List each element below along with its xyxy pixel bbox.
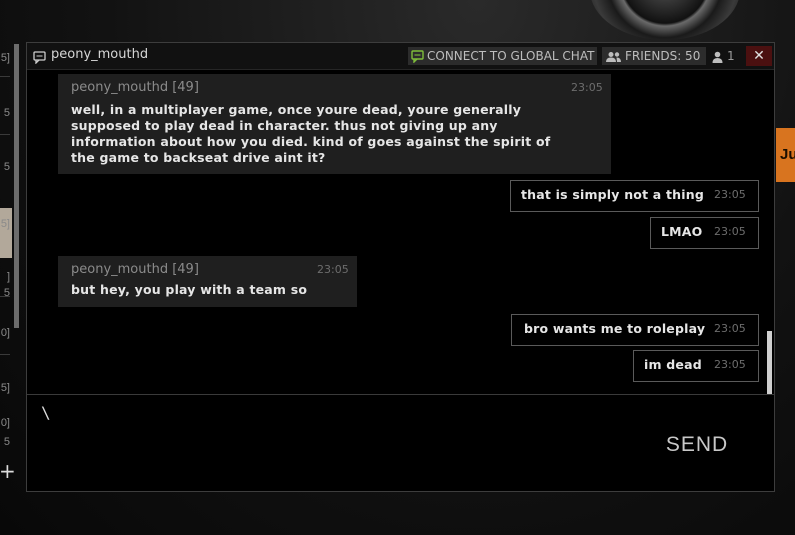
chat-title: peony_mouthd bbox=[51, 47, 149, 62]
friends-button[interactable]: FRIENDS: 50 bbox=[602, 47, 706, 65]
message-text: that is simply not a thing bbox=[521, 187, 705, 202]
online-count: 1 bbox=[712, 47, 735, 65]
side-tab[interactable]: Jui bbox=[776, 128, 795, 182]
user-icon bbox=[712, 51, 723, 63]
close-button[interactable]: ✕ bbox=[746, 46, 772, 66]
side-tab-text: Jui bbox=[780, 146, 795, 163]
divider bbox=[0, 134, 10, 135]
background-list-number: 5 bbox=[3, 107, 10, 119]
message-text: LMAO bbox=[661, 224, 703, 239]
connect-global-chat-button[interactable]: CONNECT TO GLOBAL CHAT bbox=[408, 47, 597, 65]
background-list-number: 0] bbox=[0, 327, 10, 339]
outgoing-message: that is simply not a thing 23:05 bbox=[510, 180, 759, 212]
message-text: im dead bbox=[644, 357, 702, 372]
online-count-value: 1 bbox=[727, 49, 735, 63]
divider bbox=[0, 354, 10, 355]
chat-window: peony_mouthd CONNECT TO GLOBAL CHAT FRIE… bbox=[26, 42, 775, 492]
message-sender: peony_mouthd [49] bbox=[71, 262, 199, 277]
chat-bubble-icon bbox=[411, 50, 424, 64]
message-text: well, in a multiplayer game, once youre … bbox=[71, 102, 551, 165]
message-list: peony_mouthd [49] 23:05 well, in a multi… bbox=[27, 70, 774, 417]
outgoing-message: im dead 23:05 bbox=[633, 350, 759, 382]
message-sender: peony_mouthd [49] bbox=[71, 80, 199, 95]
incoming-message: peony_mouthd [49] 23:05 well, in a multi… bbox=[58, 74, 611, 174]
background-list-number: 0] bbox=[0, 417, 10, 429]
chat-titlebar: peony_mouthd CONNECT TO GLOBAL CHAT FRIE… bbox=[27, 43, 774, 70]
send-button[interactable]: SEND bbox=[657, 430, 737, 460]
background-list-number: 5] bbox=[0, 52, 10, 64]
outgoing-message: bro wants me to roleplay 23:05 bbox=[511, 314, 759, 346]
connect-global-chat-label: CONNECT TO GLOBAL CHAT bbox=[427, 49, 595, 63]
divider bbox=[0, 76, 10, 77]
message-input-value: \ bbox=[41, 403, 51, 422]
background-list-number: 5 bbox=[3, 436, 10, 448]
message-time: 23:05 bbox=[714, 188, 746, 201]
message-text: but hey, you play with a team so bbox=[71, 282, 308, 297]
incoming-message: peony_mouthd [49] 23:05 but hey, you pla… bbox=[58, 256, 357, 307]
message-time: 23:05 bbox=[714, 225, 746, 238]
chat-bubble-icon bbox=[33, 49, 46, 68]
message-time: 23:05 bbox=[714, 322, 746, 335]
message-input[interactable]: \ SEND bbox=[27, 395, 774, 491]
background-list-highlight bbox=[0, 208, 12, 258]
background-list-number: 5] bbox=[0, 218, 10, 230]
friends-label: FRIENDS: 50 bbox=[625, 49, 701, 63]
message-time: 23:05 bbox=[571, 81, 603, 94]
outgoing-message: LMAO 23:05 bbox=[650, 217, 759, 249]
background-list-number: 5 bbox=[3, 287, 10, 299]
add-icon[interactable]: + bbox=[0, 459, 16, 483]
background-scrollbar bbox=[14, 44, 19, 328]
message-time: 23:05 bbox=[317, 263, 349, 276]
message-text: bro wants me to roleplay bbox=[524, 321, 706, 336]
background-list-number: 5 bbox=[3, 161, 10, 173]
background-list: 5] 5 5 5] ] 5 0] 5] 0] 5 + bbox=[0, 42, 26, 492]
background-list-number: ] bbox=[6, 271, 10, 283]
close-icon: ✕ bbox=[753, 48, 765, 64]
background-list-number: 5] bbox=[0, 382, 10, 394]
friends-icon bbox=[606, 52, 621, 62]
message-time: 23:05 bbox=[714, 358, 746, 371]
